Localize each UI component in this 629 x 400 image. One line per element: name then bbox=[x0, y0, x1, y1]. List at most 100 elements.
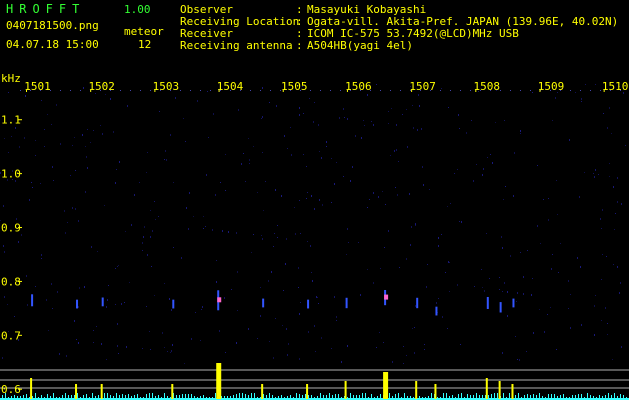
noise-speck bbox=[206, 174, 207, 176]
level-bar bbox=[605, 395, 606, 398]
top-dot bbox=[580, 90, 581, 91]
noise-speck bbox=[195, 312, 196, 313]
noise-speck bbox=[602, 254, 603, 255]
level-bar bbox=[461, 393, 462, 398]
noise-speck bbox=[378, 196, 379, 198]
noise-speck bbox=[543, 199, 544, 200]
noise-speck bbox=[76, 339, 77, 340]
noise-speck bbox=[376, 347, 377, 348]
level-bar bbox=[239, 393, 240, 398]
noise-speck bbox=[118, 265, 119, 266]
noise-speck bbox=[126, 346, 127, 348]
level-bar bbox=[20, 396, 21, 398]
noise-speck bbox=[277, 225, 278, 226]
top-dot bbox=[320, 90, 321, 91]
header: HROFFT 1.00 0407181500.png meteor 04.07.… bbox=[0, 0, 629, 62]
level-bar bbox=[614, 393, 615, 398]
noise-speck bbox=[2, 357, 3, 359]
level-bar bbox=[29, 397, 30, 398]
noise-speck bbox=[26, 275, 27, 277]
level-bar bbox=[533, 394, 534, 398]
noise-speck bbox=[621, 346, 622, 348]
level-bar bbox=[65, 393, 66, 398]
noise-speck bbox=[7, 304, 8, 305]
noise-speck bbox=[24, 137, 25, 139]
level-bar bbox=[626, 397, 627, 398]
noise-speck bbox=[594, 176, 595, 178]
noise-speck bbox=[558, 272, 559, 273]
noise-speck bbox=[294, 207, 295, 208]
noise-speck bbox=[363, 120, 364, 121]
top-dot bbox=[70, 90, 71, 91]
noise-speck bbox=[343, 176, 344, 177]
noise-speck bbox=[568, 308, 569, 309]
noise-speck bbox=[64, 210, 65, 212]
noise-speck bbox=[248, 328, 249, 330]
noise-speck bbox=[262, 238, 263, 240]
noise-speck bbox=[274, 233, 275, 234]
level-bar bbox=[578, 394, 579, 398]
y-tick-label: 0.8 bbox=[1, 275, 21, 288]
top-dot bbox=[200, 90, 201, 91]
level-bar bbox=[14, 395, 15, 398]
noise-speck bbox=[224, 297, 225, 299]
noise-speck bbox=[265, 181, 266, 182]
noise-speck bbox=[360, 294, 361, 296]
noise-speck bbox=[531, 294, 532, 296]
top-dot bbox=[130, 90, 131, 91]
level-peak bbox=[434, 384, 437, 399]
app-name: HROFFT bbox=[6, 2, 86, 16]
noise-speck bbox=[225, 154, 226, 155]
top-dot bbox=[530, 90, 531, 91]
noise-speck bbox=[116, 169, 117, 170]
noise-speck bbox=[417, 129, 418, 131]
noise-speck bbox=[208, 137, 209, 138]
noise-speck bbox=[406, 258, 407, 260]
noise-speck bbox=[556, 180, 557, 181]
noise-speck bbox=[248, 138, 249, 139]
noise-speck bbox=[519, 359, 520, 361]
noise-speck bbox=[457, 284, 458, 286]
level-bar bbox=[107, 393, 108, 398]
noise-speck bbox=[215, 194, 216, 196]
level-bar bbox=[515, 395, 516, 398]
level-bar bbox=[32, 396, 33, 398]
noise-speck bbox=[18, 241, 19, 243]
noise-speck bbox=[60, 143, 61, 145]
noise-speck bbox=[594, 334, 595, 336]
noise-speck bbox=[118, 353, 119, 354]
noise-speck bbox=[150, 349, 151, 350]
noise-speck bbox=[117, 266, 118, 267]
noise-speck bbox=[115, 304, 116, 305]
level-bar bbox=[2, 395, 3, 398]
noise-speck bbox=[492, 162, 493, 164]
level-bar bbox=[401, 397, 402, 398]
level-bar bbox=[266, 395, 267, 398]
noise-speck bbox=[580, 266, 581, 268]
noise-speck bbox=[185, 141, 186, 142]
level-bar bbox=[23, 395, 24, 398]
noise-speck bbox=[262, 87, 263, 89]
noise-speck bbox=[228, 231, 229, 233]
noise-speck bbox=[175, 97, 176, 99]
noise-speck bbox=[131, 224, 132, 226]
noise-speck bbox=[75, 208, 76, 210]
noise-speck bbox=[262, 116, 263, 118]
x-tick-label: 1505 bbox=[281, 80, 308, 93]
level-bar bbox=[623, 395, 624, 398]
noise-speck bbox=[113, 131, 114, 133]
level-bar bbox=[332, 395, 333, 398]
noise-speck bbox=[412, 328, 413, 329]
noise-speck bbox=[300, 233, 301, 234]
noise-speck bbox=[142, 242, 143, 244]
noise-speck bbox=[418, 94, 419, 96]
noise-speck bbox=[165, 150, 166, 152]
noise-speck bbox=[167, 351, 168, 352]
noise-speck bbox=[343, 108, 344, 110]
noise-speck bbox=[203, 216, 204, 217]
noise-speck bbox=[282, 325, 283, 326]
noise-speck bbox=[85, 146, 86, 147]
level-bar bbox=[413, 397, 414, 398]
noise-speck bbox=[236, 342, 237, 344]
level-bar bbox=[587, 393, 588, 398]
